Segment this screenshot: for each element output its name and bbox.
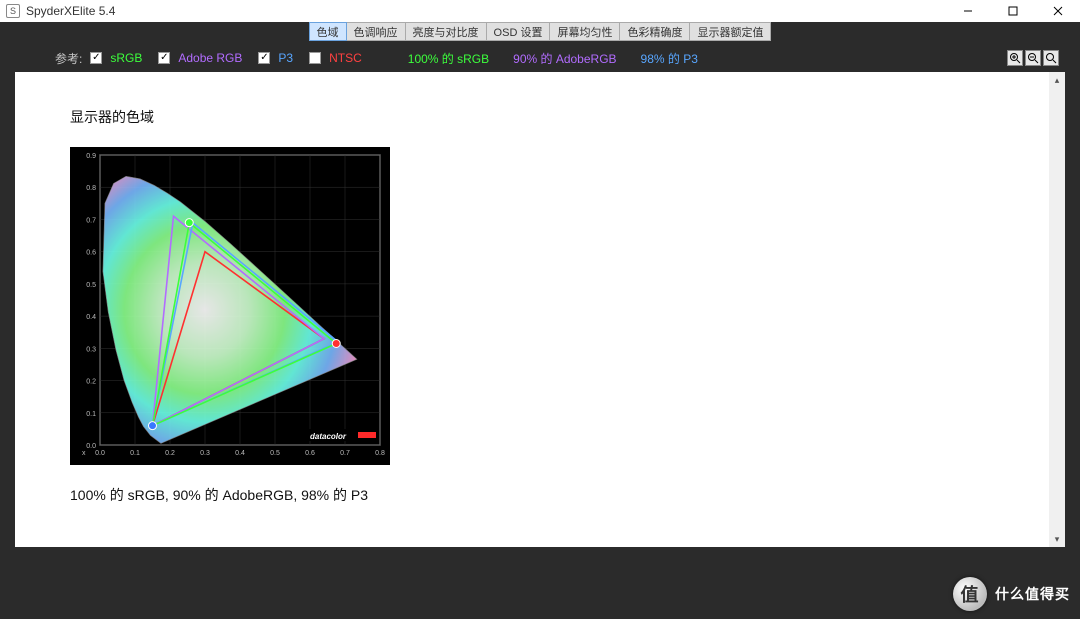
vertical-scrollbar[interactable]: ▴ ▾ <box>1049 72 1065 547</box>
tab-5[interactable]: 色彩精确度 <box>620 22 690 41</box>
stat-label: 98% 的 P3 <box>641 50 698 67</box>
tab-0[interactable]: 色域 <box>309 22 347 41</box>
app-icon: S <box>6 4 20 18</box>
tab-1[interactable]: 色调响应 <box>347 22 406 41</box>
stat-label: 90% 的 AdobeRGB <box>513 50 616 67</box>
tab-6[interactable]: 显示器额定值 <box>690 22 771 41</box>
checkbox-ntsc[interactable] <box>309 52 321 64</box>
zoom-in-button[interactable] <box>1007 50 1023 66</box>
svg-text:0.6: 0.6 <box>305 450 315 457</box>
scroll-up-icon[interactable]: ▴ <box>1049 72 1065 88</box>
tab-4[interactable]: 屏幕均匀性 <box>550 22 620 41</box>
gamut-chart: 0.0 0.1 0.2 0.3 0.4 0.5 0.6 0.7 0.8 0.0 0.1 0.2 0.3 0… <box>70 147 390 465</box>
svg-text:0.7: 0.7 <box>340 450 350 457</box>
svg-text:0.3: 0.3 <box>200 450 210 457</box>
svg-text:x: x <box>82 450 86 457</box>
svg-text:0.8: 0.8 <box>86 185 96 192</box>
scroll-down-icon[interactable]: ▾ <box>1049 531 1065 547</box>
svg-text:0.6: 0.6 <box>86 250 96 257</box>
watermark-badge-icon: 值 <box>953 577 987 611</box>
zoom-out-button[interactable] <box>1025 50 1041 66</box>
svg-text:0.4: 0.4 <box>235 450 245 457</box>
checkbox-label-ntsc: NTSC <box>329 51 362 65</box>
tab-2[interactable]: 亮度与对比度 <box>406 22 487 41</box>
svg-text:0.1: 0.1 <box>86 411 96 418</box>
svg-text:0.0: 0.0 <box>86 443 96 450</box>
minimize-button[interactable] <box>945 0 990 22</box>
checkbox-adobergb[interactable] <box>158 52 170 64</box>
svg-text:0.0: 0.0 <box>95 450 105 457</box>
svg-text:0.4: 0.4 <box>86 314 96 321</box>
gamut-summary: 100% 的 sRGB, 90% 的 AdobeRGB, 98% 的 P3 <box>70 485 1049 505</box>
tab-3[interactable]: OSD 设置 <box>487 22 551 41</box>
checkbox-label-p3: P3 <box>278 51 293 65</box>
watermark: 值 什么值得买 <box>953 577 1070 611</box>
reference-label: 参考: <box>55 50 82 67</box>
maximize-button[interactable] <box>990 0 1035 22</box>
svg-text:datacolor: datacolor <box>310 432 347 441</box>
window-title: SpyderXElite 5.4 <box>26 4 115 18</box>
svg-text:0.1: 0.1 <box>130 450 140 457</box>
checkbox-srgb[interactable] <box>90 52 102 64</box>
zoom-fit-button[interactable] <box>1043 50 1059 66</box>
checkbox-p3[interactable] <box>258 52 270 64</box>
checkbox-label-srgb: sRGB <box>110 51 142 65</box>
svg-text:0.7: 0.7 <box>86 217 96 224</box>
svg-text:0.5: 0.5 <box>270 450 280 457</box>
svg-text:0.8: 0.8 <box>375 450 385 457</box>
watermark-text: 什么值得买 <box>995 584 1070 604</box>
svg-text:0.2: 0.2 <box>165 450 175 457</box>
svg-text:0.9: 0.9 <box>86 153 96 160</box>
page-title: 显示器的色域 <box>70 107 1049 127</box>
close-button[interactable] <box>1035 0 1080 22</box>
stat-label: 100% 的 sRGB <box>408 50 489 67</box>
checkbox-label-adobergb: Adobe RGB <box>178 51 242 65</box>
svg-text:0.2: 0.2 <box>86 379 96 386</box>
svg-text:0.3: 0.3 <box>86 346 96 353</box>
svg-text:0.5: 0.5 <box>86 282 96 289</box>
